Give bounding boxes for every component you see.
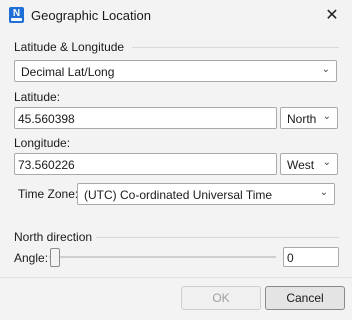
longitude-direction-select[interactable]: West ⌄ [280,153,338,175]
longitude-label: Longitude: [14,136,71,150]
footer-divider [0,277,352,278]
chevron-down-icon: ⌄ [321,64,330,75]
chevron-down-icon: ⌄ [319,187,328,198]
latlong-group-divider [132,47,339,48]
angle-label: Angle: [14,251,49,265]
angle-value: 0 [287,251,294,265]
angle-slider-thumb[interactable] [50,248,60,267]
longitude-value: 73.560226 [18,158,75,172]
chevron-down-icon: ⌄ [322,111,331,122]
close-icon[interactable]: ✕ [320,6,344,26]
longitude-field[interactable]: 73.560226 [14,153,277,175]
window-title: Geographic Location [31,8,151,23]
coordinate-format-value: Decimal Lat/Long [21,65,115,79]
angle-slider-track[interactable] [49,256,276,258]
latitude-direction-value: North [287,112,317,126]
timezone-select[interactable]: (UTC) Co-ordinated Universal Time ⌄ [77,183,335,205]
chevron-down-icon: ⌄ [322,157,331,168]
latitude-field[interactable]: 45.560398 [14,107,277,129]
latitude-label: Latitude: [14,90,61,104]
title-bar: N Geographic Location ✕ [0,0,352,32]
app-icon: N [9,7,24,23]
coordinate-format-select[interactable]: Decimal Lat/Long ⌄ [14,60,337,82]
latitude-value: 45.560398 [18,112,75,126]
timezone-value: (UTC) Co-ordinated Universal Time [84,188,273,202]
north-group-divider [96,237,339,238]
angle-field[interactable]: 0 [283,247,339,267]
timezone-label: Time Zone: [18,187,79,201]
ok-button[interactable]: OK [181,286,261,310]
cancel-button[interactable]: Cancel [265,286,345,310]
latlong-group-label: Latitude & Longitude [14,40,125,54]
longitude-direction-value: West [287,158,315,172]
north-group-label: North direction [14,230,93,244]
latitude-direction-select[interactable]: North ⌄ [280,107,338,129]
